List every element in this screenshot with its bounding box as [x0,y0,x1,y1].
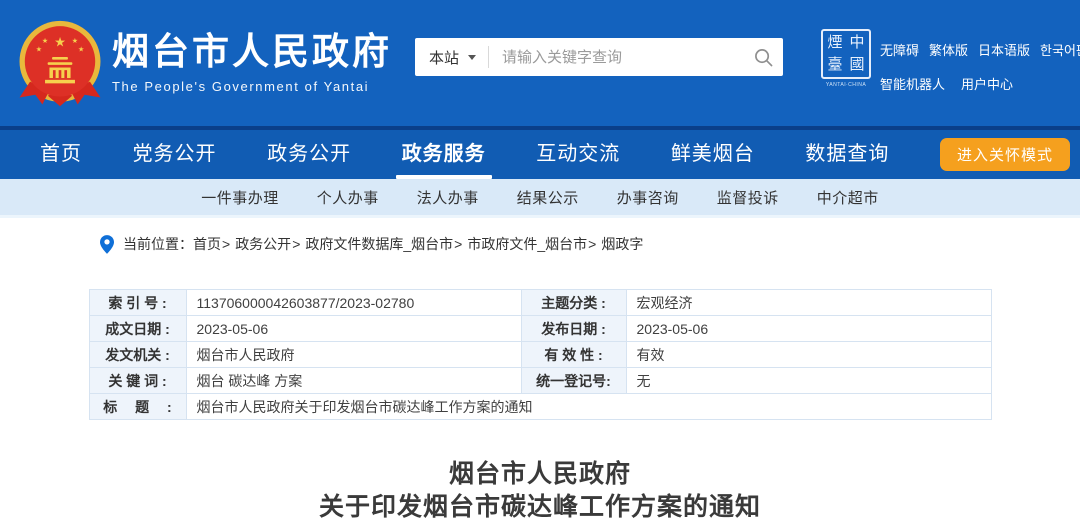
subnav-legal-person[interactable]: 法人办事 [417,187,479,208]
meta-label-topic-category: 主题分类 : [521,290,626,316]
meta-label-issuing-agency: 发文机关 : [89,342,186,368]
nav-item-home[interactable]: 首页 [40,130,82,179]
meta-value-registration-number: 无 [626,368,991,394]
meta-value-title: 烟台市人民政府关于印发烟台市碳达峰工作方案的通知 [186,394,991,420]
quick-links: 无障碍 繁体版 日本语版 한국어판 智能机器人 用户中心 [880,40,1078,93]
document-title: 烟台市人民政府 关于印发烟台市碳达峰工作方案的通知 [0,458,1080,524]
seal-box: 煙 中 臺 國 [821,29,871,79]
meta-label-publish-date: 发布日期 : [521,316,626,342]
site-title-english: The People's Government of Yantai [112,79,392,94]
yantai-china-seal-logo: 煙 中 臺 國 YANTAI·CHINA [820,29,872,88]
breadcrumb-separator: > [292,236,300,252]
seal-caption: YANTAI·CHINA [824,82,868,87]
meta-value-index-number: 113706000042603877/2023-02780 [186,290,521,316]
breadcrumb-prefix: 当前位置： [123,234,193,254]
subnav-consultation[interactable]: 办事咨询 [617,187,679,208]
nav-item-data-query[interactable]: 数据查询 [805,130,889,179]
search-scope-label: 本站 [429,47,459,68]
nav-item-party-affairs[interactable]: 党务公开 [133,130,217,179]
breadcrumb-separator: > [454,236,462,252]
document-title-line2: 关于印发烟台市碳达峰工作方案的通知 [0,491,1080,524]
link-user-center[interactable]: 用户中心 [961,74,1013,93]
link-accessibility[interactable]: 无障碍 [880,40,919,59]
table-row: 关 键 词 : 烟台 碳达峰 方案 统一登记号: 无 [89,368,991,394]
document-meta-table: 索 引 号 : 113706000042603877/2023-02780 主题… [89,289,992,420]
meta-label-index-number: 索 引 号 : [89,290,186,316]
nav-item-gov-services[interactable]: 政务服务 [402,130,486,179]
seal-char: 國 [846,54,868,76]
seal-char: 中 [846,32,868,54]
link-japanese[interactable]: 日本语版 [978,40,1030,59]
table-row: 发文机关 : 烟台市人民政府 有 效 性 : 有效 [89,342,991,368]
national-emblem-icon: ★ ★ ★ ★ ★ [16,20,104,108]
link-korean[interactable]: 한국어판 [1040,40,1080,59]
search-input[interactable] [489,49,743,66]
meta-label-validity: 有 效 性 : [521,342,626,368]
seal-char: 煙 [824,32,846,54]
emblem-star-icon: ★ [72,37,78,45]
meta-value-keywords: 烟台 碳达峰 方案 [186,368,521,394]
chevron-down-icon [468,55,476,60]
document-title-line1: 烟台市人民政府 [0,458,1080,491]
emblem-star-icon: ★ [42,37,48,45]
emblem-star-icon: ★ [54,34,66,49]
meta-label-written-date: 成文日期 : [89,316,186,342]
meta-label-keywords: 关 键 词 : [89,368,186,394]
sub-nav: 一件事办理 个人办事 法人办事 结果公示 办事咨询 监督投诉 中介超市 [0,179,1080,218]
table-row: 标 题 : 烟台市人民政府关于印发烟台市碳达峰工作方案的通知 [89,394,991,420]
crumb-doc-database[interactable]: 政府文件数据库_烟台市 [305,234,453,254]
subnav-supervision[interactable]: 监督投诉 [717,187,779,208]
meta-value-topic-category: 宏观经济 [626,290,991,316]
meta-value-validity: 有效 [626,342,991,368]
meta-value-publish-date: 2023-05-06 [626,316,991,342]
meta-value-issuing-agency: 烟台市人民政府 [186,342,521,368]
link-smart-robot[interactable]: 智能机器人 [880,74,945,93]
subnav-results[interactable]: 结果公示 [517,187,579,208]
breadcrumb-separator: > [222,236,230,252]
emblem-star-icon: ★ [36,46,42,54]
table-row: 成文日期 : 2023-05-06 发布日期 : 2023-05-06 [89,316,991,342]
search-icon [754,48,773,67]
main-nav: 首页 党务公开 政务公开 政务服务 互动交流 鲜美烟台 数据查询 进入关怀模式 [0,130,1080,179]
site-brand[interactable]: 烟台市人民政府 The People's Government of Yanta… [112,32,392,94]
search-scope-dropdown[interactable]: 本站 [415,46,489,68]
nav-item-gov-disclosure[interactable]: 政务公开 [267,130,351,179]
table-row: 索 引 号 : 113706000042603877/2023-02780 主题… [89,290,991,316]
breadcrumb: 当前位置： 首页 > 政务公开 > 政府文件数据库_烟台市 > 市政府文件_烟台… [100,234,1080,254]
meta-label-registration-number: 统一登记号: [521,368,626,394]
seal-char: 臺 [824,54,846,76]
subnav-one-thing[interactable]: 一件事办理 [201,187,279,208]
crumb-yanzhengzi[interactable]: 烟政字 [601,234,643,254]
site-header: ★ ★ ★ ★ ★ 烟台市人民政府 The People's Governmen… [0,0,1080,130]
link-traditional-chinese[interactable]: 繁体版 [929,40,968,59]
page-content: 当前位置： 首页 > 政务公开 > 政府文件数据库_烟台市 > 市政府文件_烟台… [0,218,1080,524]
nav-item-fresh-yantai[interactable]: 鲜美烟台 [671,130,755,179]
location-pin-icon [100,235,114,254]
meta-label-title: 标 题 : [89,394,186,420]
search-bar: 本站 [415,38,783,76]
crumb-gov-disclosure[interactable]: 政务公开 [235,234,291,254]
breadcrumb-separator: > [588,236,596,252]
crumb-city-docs[interactable]: 市政府文件_烟台市 [467,234,587,254]
site-title: 烟台市人民政府 [112,32,392,72]
subnav-personal[interactable]: 个人办事 [317,187,379,208]
search-button[interactable] [743,38,783,76]
nav-item-interaction[interactable]: 互动交流 [536,130,620,179]
emblem-star-icon: ★ [78,46,84,54]
meta-value-written-date: 2023-05-06 [186,316,521,342]
care-mode-button[interactable]: 进入关怀模式 [940,138,1070,171]
subnav-intermediary[interactable]: 中介超市 [817,187,879,208]
crumb-home[interactable]: 首页 [193,234,221,254]
